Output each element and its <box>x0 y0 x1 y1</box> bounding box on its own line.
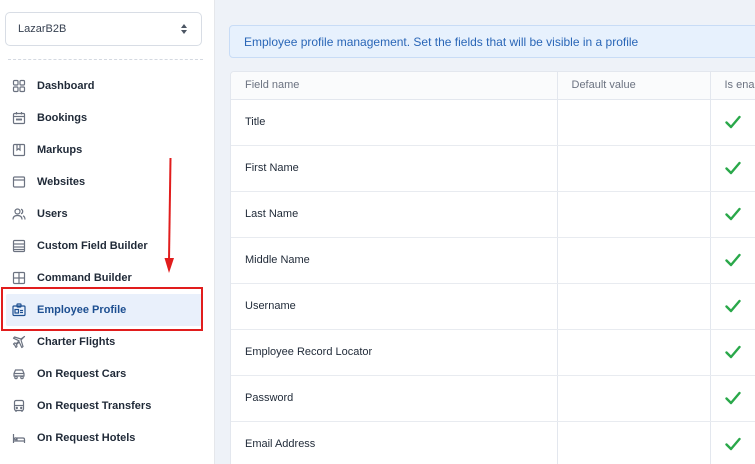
sidebar-item-label: Charter Flights <box>37 336 116 348</box>
company-select[interactable]: LazarB2B <box>5 12 202 46</box>
company-select-value: LazarB2B <box>18 23 67 35</box>
main-content: Employee profile management. Set the fie… <box>215 0 755 464</box>
default-value-cell[interactable] <box>557 99 711 146</box>
layout-icon <box>12 271 26 285</box>
enabled-cell[interactable] <box>710 283 755 330</box>
sidebar-item-users[interactable]: Users <box>0 198 215 230</box>
annotation-highlight-box <box>1 287 203 331</box>
check-icon <box>724 207 741 221</box>
plane-icon <box>12 335 26 349</box>
list-icon <box>12 239 26 253</box>
users-icon <box>12 207 26 221</box>
enabled-cell[interactable] <box>710 99 755 146</box>
default-value-cell[interactable] <box>557 191 711 238</box>
sidebar-item-on-request-hotels[interactable]: On Request Hotels <box>0 422 215 454</box>
sidebar-item-label: On Request Hotels <box>37 432 136 444</box>
sidebar-item-label: Markups <box>37 144 83 156</box>
sidebar-item-label: Websites <box>37 176 86 188</box>
annotation-arrow <box>164 157 174 273</box>
field-name-cell: Password <box>231 375 558 422</box>
sidebar-item-label: Bookings <box>37 112 88 124</box>
bookmark-icon <box>12 143 26 157</box>
sidebar-nav: Dashboard Bookings Markups Websites User… <box>0 70 215 454</box>
enabled-cell[interactable] <box>710 145 755 192</box>
enabled-cell[interactable] <box>710 191 755 238</box>
fields-table-card: Field name Default value Is enal Title F… <box>230 71 755 464</box>
default-value-cell[interactable] <box>557 237 711 284</box>
table-row[interactable]: First Name <box>231 145 755 192</box>
sidebar: LazarB2B Dashboard Bookings Markups Webs… <box>0 0 215 464</box>
field-name-cell: Email Address <box>231 421 558 464</box>
sidebar-item-label: On Request Transfers <box>37 400 152 412</box>
table-row[interactable]: Username <box>231 283 755 330</box>
field-name-cell: First Name <box>231 145 558 192</box>
enabled-cell[interactable] <box>710 329 755 376</box>
bed-icon <box>12 431 26 445</box>
table-row[interactable]: Title <box>231 99 755 146</box>
enabled-cell[interactable] <box>710 237 755 284</box>
sidebar-divider <box>8 59 203 60</box>
sidebar-item-label: Command Builder <box>37 272 132 284</box>
column-header-is-enabled[interactable]: Is enal <box>710 72 755 100</box>
default-value-cell[interactable] <box>557 375 711 422</box>
sidebar-item-websites[interactable]: Websites <box>0 166 215 198</box>
check-icon <box>724 115 741 129</box>
field-name-cell: Employee Record Locator <box>231 329 558 376</box>
sidebar-item-label: Users <box>37 208 68 220</box>
sidebar-item-label: On Request Cars <box>37 368 127 380</box>
check-icon <box>724 299 741 313</box>
check-icon <box>724 161 741 175</box>
sort-arrows-icon <box>179 22 189 36</box>
table-row[interactable]: Password <box>231 375 755 422</box>
fields-table: Field name Default value Is enal Title F… <box>231 72 755 464</box>
column-header-default-value[interactable]: Default value <box>557 72 711 100</box>
sidebar-item-label: Custom Field Builder <box>37 240 148 252</box>
check-icon <box>724 253 741 267</box>
table-row[interactable]: Employee Record Locator <box>231 329 755 376</box>
bus-icon <box>12 399 26 413</box>
table-header-row: Field name Default value Is enal <box>231 72 755 100</box>
info-banner-text: Employee profile management. Set the fie… <box>244 34 639 49</box>
calendar-icon <box>12 111 26 125</box>
table-row[interactable]: Last Name <box>231 191 755 238</box>
default-value-cell[interactable] <box>557 421 711 464</box>
table-row[interactable]: Middle Name <box>231 237 755 284</box>
sidebar-item-bookings[interactable]: Bookings <box>0 102 215 134</box>
default-value-cell[interactable] <box>557 329 711 376</box>
column-header-field-name[interactable]: Field name <box>231 72 558 100</box>
sidebar-item-on-request-transfers[interactable]: On Request Transfers <box>0 390 215 422</box>
field-name-cell: Title <box>231 99 558 146</box>
sidebar-item-markups[interactable]: Markups <box>0 134 215 166</box>
check-icon <box>724 437 741 451</box>
field-name-cell: Username <box>231 283 558 330</box>
default-value-cell[interactable] <box>557 145 711 192</box>
table-row[interactable]: Email Address <box>231 421 755 464</box>
field-name-cell: Last Name <box>231 191 558 238</box>
car-icon <box>12 367 26 381</box>
check-icon <box>724 345 741 359</box>
sidebar-item-dashboard[interactable]: Dashboard <box>0 70 215 102</box>
enabled-cell[interactable] <box>710 375 755 422</box>
grid-icon <box>12 79 26 93</box>
enabled-cell[interactable] <box>710 421 755 464</box>
check-icon <box>724 391 741 405</box>
sidebar-item-on-request-cars[interactable]: On Request Cars <box>0 358 215 390</box>
browser-icon <box>12 175 26 189</box>
sidebar-item-label: Dashboard <box>37 80 95 92</box>
sidebar-item-custom-field-builder[interactable]: Custom Field Builder <box>0 230 215 262</box>
field-name-cell: Middle Name <box>231 237 558 284</box>
info-banner: Employee profile management. Set the fie… <box>229 25 755 58</box>
default-value-cell[interactable] <box>557 283 711 330</box>
